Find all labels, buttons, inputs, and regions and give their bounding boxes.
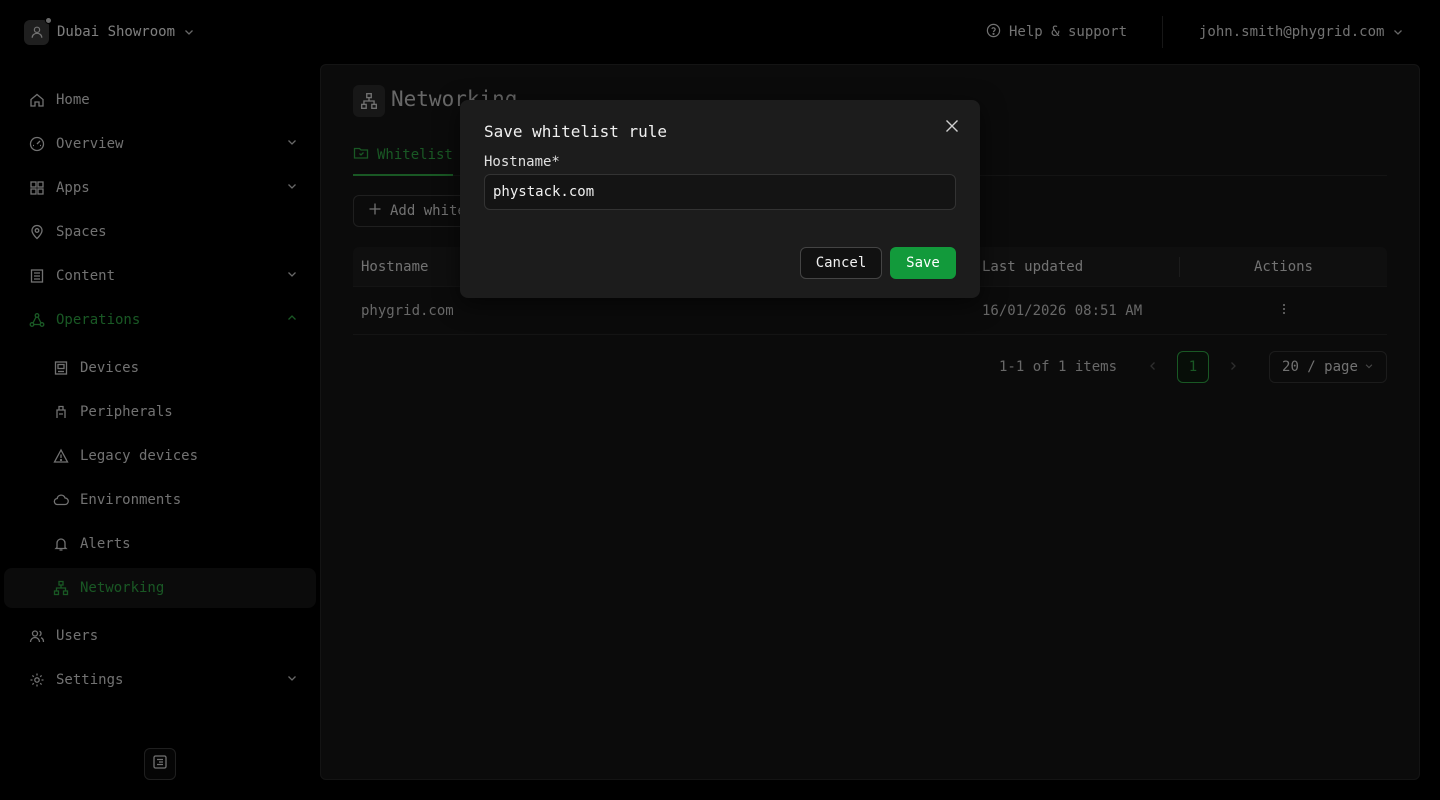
hostname-input[interactable] <box>484 174 956 210</box>
cancel-button[interactable]: Cancel <box>800 247 882 279</box>
dialog-title: Save whitelist rule <box>484 122 668 141</box>
save-button[interactable]: Save <box>890 247 956 279</box>
save-whitelist-rule-dialog: Save whitelist rule Hostname* Cancel Sav… <box>460 100 980 298</box>
close-button[interactable] <box>942 118 962 138</box>
hostname-label: Hostname* <box>484 154 560 170</box>
app-root: Dubai Showroom Help & support john.smith… <box>0 0 1440 800</box>
close-icon <box>944 118 960 138</box>
